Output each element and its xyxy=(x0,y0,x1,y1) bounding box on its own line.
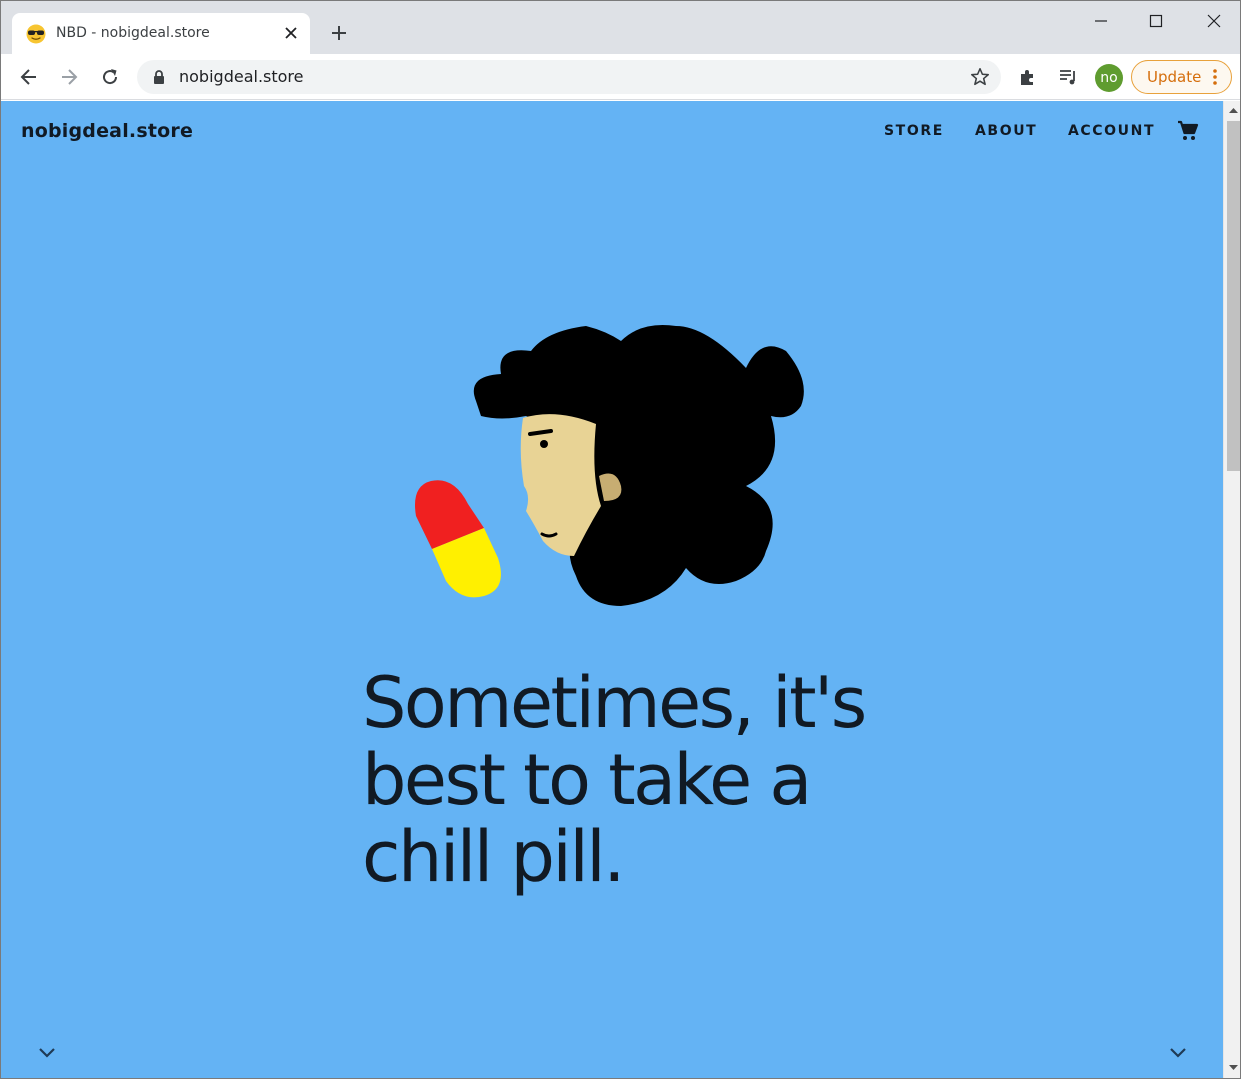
shopping-cart-icon[interactable] xyxy=(1176,119,1200,143)
forward-arrow-icon[interactable] xyxy=(55,63,83,91)
browser-toolbar: nobigdeal.store no Update xyxy=(1,54,1240,100)
maximize-icon[interactable] xyxy=(1144,9,1168,33)
sunglasses-emoji-icon xyxy=(26,24,46,44)
new-tab-icon[interactable] xyxy=(327,21,351,45)
chevron-down-icon[interactable] xyxy=(36,1041,58,1063)
chill-pill-illustration xyxy=(415,325,804,606)
scrollbar-thumb[interactable] xyxy=(1227,121,1240,471)
headline-line: chill pill. xyxy=(362,816,625,898)
browser-window: NBD - nobigdeal.store nobigdeal.store no… xyxy=(0,0,1241,1079)
nav-store[interactable]: STORE xyxy=(884,123,944,139)
nav-about[interactable]: ABOUT xyxy=(975,123,1037,139)
browser-tab[interactable]: NBD - nobigdeal.store xyxy=(12,13,310,54)
nav-account[interactable]: ACCOUNT xyxy=(1068,123,1155,139)
headline-line: Sometimes, it's xyxy=(362,662,867,744)
hero-headline: Sometimes, it's best to take a chill pil… xyxy=(362,665,882,896)
bookmark-star-icon[interactable] xyxy=(969,66,991,88)
chevron-down-icon[interactable] xyxy=(1167,1041,1189,1063)
address-bar[interactable]: nobigdeal.store xyxy=(137,60,1001,94)
scroll-down-arrow-icon[interactable] xyxy=(1229,1063,1238,1072)
update-label: Update xyxy=(1147,68,1202,86)
site-brand[interactable]: nobigdeal.store xyxy=(21,120,193,142)
more-vert-icon xyxy=(1213,69,1217,85)
close-tab-icon[interactable] xyxy=(282,24,300,42)
extensions-puzzle-icon[interactable] xyxy=(1014,63,1042,91)
page-content: nobigdeal.store STORE ABOUT ACCOUNT Some… xyxy=(1,101,1223,1078)
minimize-icon[interactable] xyxy=(1089,9,1113,33)
url-text: nobigdeal.store xyxy=(179,67,304,86)
reload-icon[interactable] xyxy=(96,63,124,91)
headline-line: best to take a xyxy=(362,739,812,821)
update-button[interactable]: Update xyxy=(1131,60,1232,94)
scroll-up-arrow-icon[interactable] xyxy=(1229,106,1238,115)
close-window-icon[interactable] xyxy=(1202,9,1226,33)
pill-icon xyxy=(415,480,501,598)
back-arrow-icon[interactable] xyxy=(15,63,43,91)
tab-strip: NBD - nobigdeal.store xyxy=(1,1,1240,54)
page-scrollbar[interactable] xyxy=(1223,101,1240,1078)
lock-icon xyxy=(154,70,164,84)
media-queue-icon[interactable] xyxy=(1054,63,1082,91)
tab-title: NBD - nobigdeal.store xyxy=(56,25,210,41)
profile-avatar[interactable]: no xyxy=(1095,64,1123,92)
